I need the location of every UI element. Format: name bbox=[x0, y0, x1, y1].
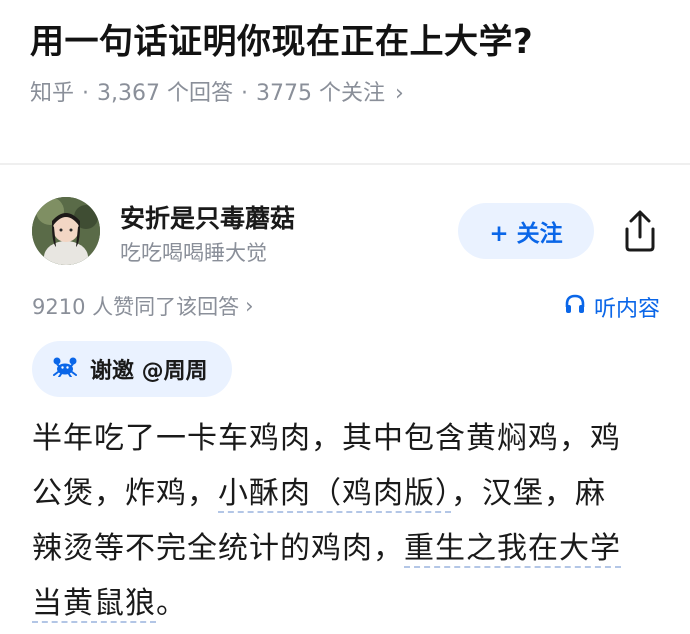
listen-button[interactable]: 听内容 bbox=[564, 291, 660, 323]
keyword-link[interactable]: 小酥肉（鸡肉版） bbox=[218, 476, 451, 513]
content-line: 半年吃了一卡车鸡肉，其中包含黄焖鸡，鸡 bbox=[32, 421, 621, 456]
author-bio: 吃吃喝喝睡大觉 bbox=[120, 241, 267, 265]
keyword-link[interactable]: 当黄鼠狼 bbox=[32, 586, 156, 623]
invite-label: 谢邀 @周周 bbox=[90, 359, 208, 384]
follow-button[interactable]: + 关注 bbox=[458, 203, 594, 259]
content-line: 辣烫等不完全统计的鸡肉，重生之我在大学 bbox=[32, 521, 660, 576]
separator-dot: · bbox=[82, 81, 90, 106]
author-name[interactable]: 安折是只毒蘑菇 bbox=[120, 199, 295, 235]
answer-content: 半年吃了一卡车鸡肉，其中包含黄焖鸡，鸡 公煲，炸鸡，小酥肉（鸡肉版），汉堡，麻 … bbox=[32, 411, 660, 631]
keyword-link[interactable]: 重生之我在大学 bbox=[404, 531, 621, 568]
crab-icon bbox=[52, 355, 78, 383]
answer-count: 3,367 个回答 bbox=[97, 81, 233, 106]
vote-count[interactable]: 9210 人赞同了该回答 › bbox=[32, 291, 254, 321]
question-title[interactable]: 用一句话证明你现在正在上大学? bbox=[30, 21, 660, 63]
headphones-icon bbox=[564, 293, 586, 321]
content-line: 公煲，炸鸡，小酥肉（鸡肉版），汉堡，麻 bbox=[32, 466, 660, 521]
follower-count: 3775 个关注 bbox=[256, 81, 385, 106]
content-text: 辣烫等不完全统计的鸡肉， bbox=[32, 531, 404, 566]
chevron-right-icon: › bbox=[245, 294, 254, 318]
content-line: 当黄鼠狼。 bbox=[32, 576, 660, 631]
answer-meta-row: 9210 人赞同了该回答 › 听内容 bbox=[32, 291, 660, 323]
author-row: 安折是只毒蘑菇 吃吃喝喝睡大觉 + 关注 bbox=[32, 197, 660, 267]
listen-label: 听内容 bbox=[593, 297, 660, 322]
content-text: 。 bbox=[156, 586, 187, 621]
divider bbox=[0, 163, 690, 165]
separator-dot: · bbox=[241, 81, 248, 106]
content-text: ，汉堡，麻 bbox=[451, 476, 606, 511]
invite-tag[interactable]: 谢邀 @周周 bbox=[32, 341, 232, 397]
question-meta[interactable]: 知乎 · 3,367 个回答 · 3775 个关注 › bbox=[30, 80, 660, 108]
avatar[interactable] bbox=[32, 197, 100, 265]
content-text: 公煲，炸鸡， bbox=[32, 476, 218, 511]
question-header: 用一句话证明你现在正在上大学? 知乎 · 3,367 个回答 · 3775 个关… bbox=[0, 21, 690, 108]
vote-count-text: 9210 人赞同了该回答 bbox=[32, 295, 240, 319]
share-icon[interactable] bbox=[620, 209, 660, 253]
chevron-right-icon: › bbox=[394, 81, 404, 106]
source-label: 知乎 bbox=[30, 81, 75, 106]
